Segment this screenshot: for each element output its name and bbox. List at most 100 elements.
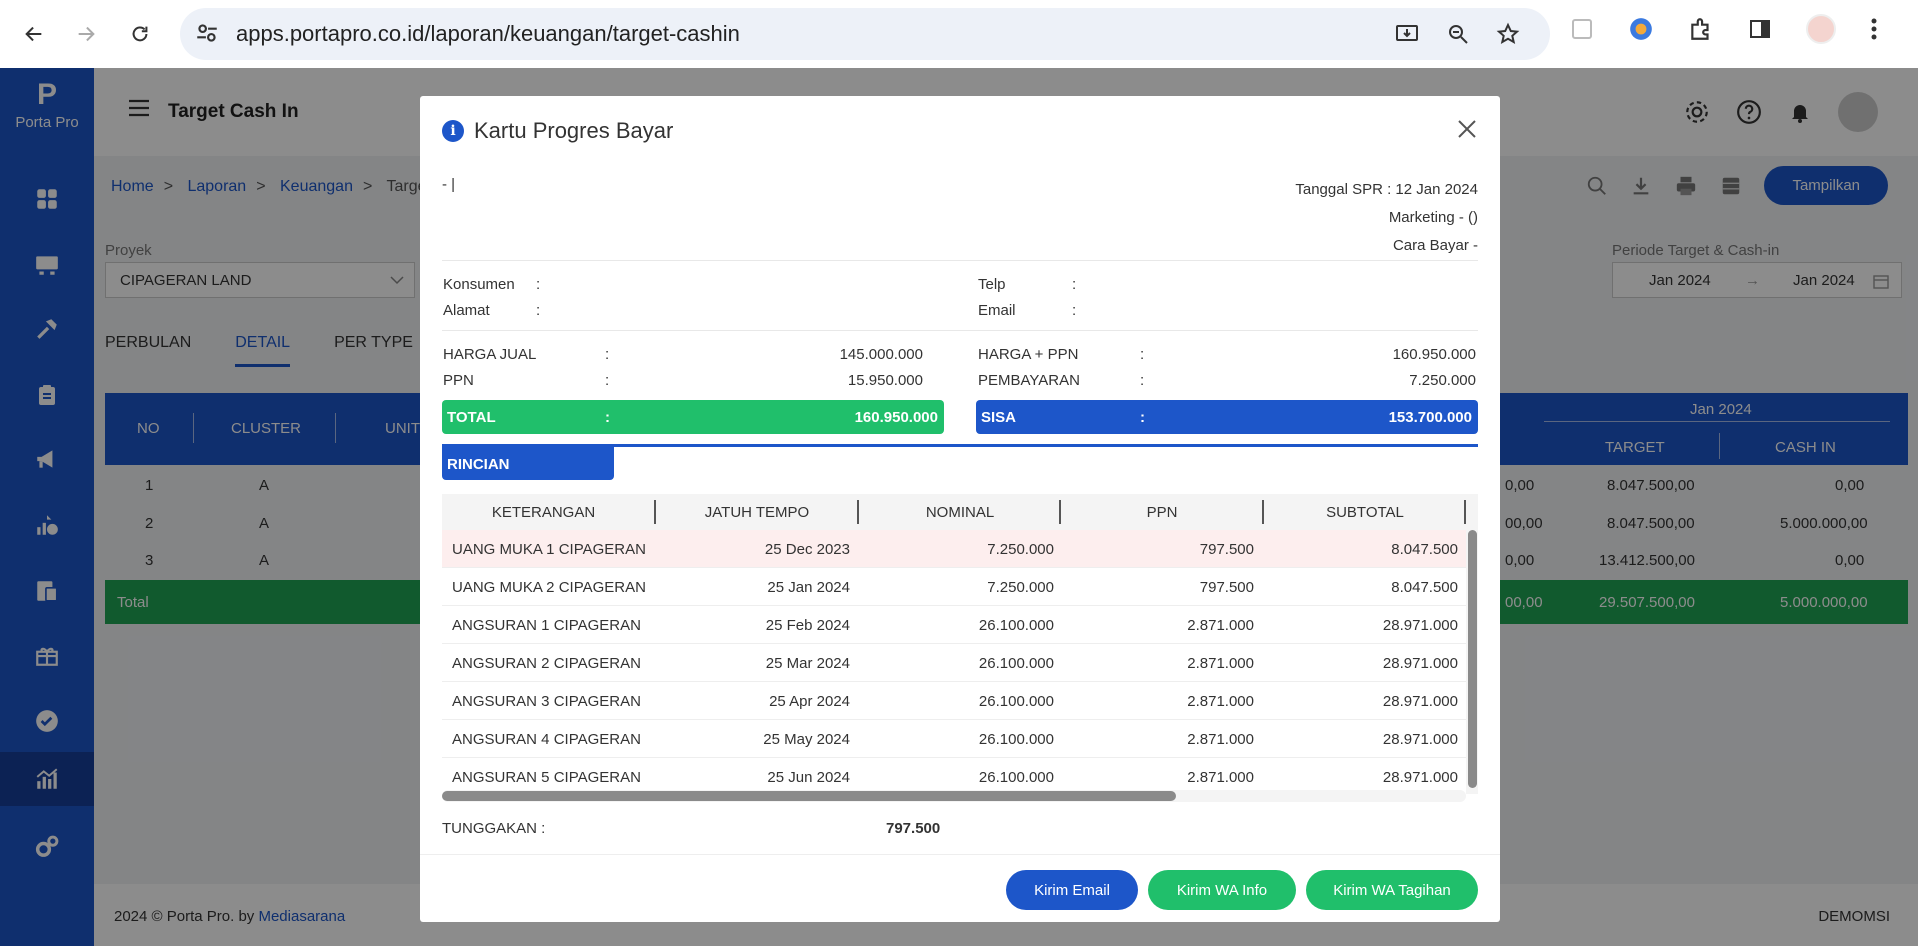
bookmark-star-icon[interactable] bbox=[1496, 22, 1520, 46]
harga-ppn-label: HARGA + PPN bbox=[978, 346, 1079, 363]
zoom-icon[interactable] bbox=[1446, 22, 1470, 46]
reload-icon bbox=[132, 26, 148, 42]
konsumen-label: Konsumen bbox=[443, 276, 515, 293]
grid-row[interactable]: UANG MUKA 2 CIPAGERAN 25 Jan 2024 7.250.… bbox=[442, 568, 1466, 606]
cell-keterangan: UANG MUKA 1 CIPAGERAN bbox=[452, 541, 646, 558]
tab-rincian[interactable]: RINCIAN bbox=[442, 446, 614, 480]
back-arrow-icon bbox=[25, 26, 42, 42]
divider bbox=[420, 854, 1500, 855]
menu-dots-icon[interactable] bbox=[1870, 17, 1878, 41]
grid-row[interactable]: ANGSURAN 3 CIPAGERAN 25 Apr 2024 26.100.… bbox=[442, 682, 1466, 720]
cell-jatuh-tempo: 25 May 2024 bbox=[763, 731, 850, 748]
extension-square-icon[interactable] bbox=[1570, 17, 1594, 41]
harga-jual-label: HARGA JUAL bbox=[443, 346, 537, 363]
cell-ppn: 797.500 bbox=[1199, 541, 1254, 558]
cell-ppn: 2.871.000 bbox=[1187, 617, 1254, 634]
email-label: Email bbox=[978, 302, 1016, 319]
grid-col-keterangan[interactable]: KETERANGAN bbox=[442, 504, 645, 521]
info-icon: i bbox=[442, 120, 464, 142]
profile-avatar[interactable] bbox=[1806, 14, 1836, 44]
cell-subtotal: 28.971.000 bbox=[1382, 617, 1458, 634]
cell-jatuh-tempo: 25 Mar 2024 bbox=[765, 655, 850, 672]
cell-ppn: 2.871.000 bbox=[1187, 693, 1254, 710]
cell-subtotal: 28.971.000 bbox=[1382, 731, 1458, 748]
total-label: TOTAL bbox=[447, 409, 496, 426]
rincian-grid: KETERANGAN JATUH TEMPO NOMINAL PPN SUBTO… bbox=[442, 494, 1478, 804]
grid-row[interactable]: UANG MUKA 1 CIPAGERAN 25 Dec 2023 7.250.… bbox=[442, 530, 1466, 568]
kirim-wa-info-button[interactable]: Kirim WA Info bbox=[1148, 870, 1296, 910]
kirim-email-button[interactable]: Kirim Email bbox=[1006, 870, 1138, 910]
grid-row[interactable]: ANGSURAN 1 CIPAGERAN 25 Feb 2024 26.100.… bbox=[442, 606, 1466, 644]
cell-nominal: 26.100.000 bbox=[978, 617, 1054, 634]
cell-ppn: 2.871.000 bbox=[1187, 731, 1254, 748]
browser-chrome: apps.portapro.co.id/laporan/keuangan/tar… bbox=[0, 0, 1918, 68]
cell-nominal: 26.100.000 bbox=[978, 731, 1054, 748]
cell-nominal: 26.100.000 bbox=[978, 769, 1054, 786]
cell-nominal: 26.100.000 bbox=[978, 693, 1054, 710]
cell-jatuh-tempo: 25 Apr 2024 bbox=[769, 693, 850, 710]
total-value: 160.950.000 bbox=[854, 409, 938, 426]
cell-jatuh-tempo: 25 Feb 2024 bbox=[765, 617, 850, 634]
grid-row[interactable]: ANGSURAN 4 CIPAGERAN 25 May 2024 26.100.… bbox=[442, 720, 1466, 758]
forward-button[interactable] bbox=[64, 12, 108, 56]
modal-title-text: Kartu Progres Bayar bbox=[474, 118, 674, 143]
reload-button[interactable] bbox=[118, 12, 162, 56]
cell-ppn: 2.871.000 bbox=[1187, 655, 1254, 672]
grid-horizontal-scrollbar[interactable] bbox=[442, 790, 1466, 802]
tunggakan-label: TUNGGAKAN : bbox=[442, 820, 546, 837]
pembayaran-row: PEMBAYARAN : 7.250.000 bbox=[978, 372, 1476, 392]
forward-arrow-icon bbox=[78, 26, 95, 42]
side-panel-icon[interactable] bbox=[1748, 17, 1772, 41]
colon: : bbox=[1140, 409, 1145, 426]
cell-subtotal: 8.047.500 bbox=[1391, 579, 1458, 596]
extension-circle-icon[interactable] bbox=[1628, 16, 1654, 42]
colon: : bbox=[605, 409, 610, 426]
address-bar[interactable]: apps.portapro.co.id/laporan/keuangan/tar… bbox=[180, 8, 1550, 60]
cell-nominal: 7.250.000 bbox=[987, 541, 1054, 558]
sisa-bar: SISA : 153.700.000 bbox=[976, 400, 1478, 434]
colon: : bbox=[536, 302, 541, 319]
ppn-label: PPN bbox=[443, 372, 474, 389]
colon: : bbox=[1140, 346, 1145, 363]
colon: : bbox=[1140, 372, 1145, 389]
scrollbar-thumb[interactable] bbox=[1468, 530, 1477, 788]
grid-col-nominal[interactable]: NOMINAL bbox=[859, 504, 1061, 521]
cell-keterangan: ANGSURAN 3 CIPAGERAN bbox=[452, 693, 641, 710]
colon: : bbox=[1072, 276, 1077, 293]
alamat-label: Alamat bbox=[443, 302, 490, 319]
scrollbar-thumb[interactable] bbox=[442, 791, 1176, 801]
grid-col-subtotal[interactable]: SUBTOTAL bbox=[1264, 504, 1466, 521]
total-bar: TOTAL : 160.950.000 bbox=[442, 400, 944, 434]
cell-subtotal: 28.971.000 bbox=[1382, 655, 1458, 672]
marketing-info: Marketing - () bbox=[1388, 209, 1478, 226]
grid-vertical-scrollbar[interactable] bbox=[1466, 494, 1478, 794]
tunggakan-value: 797.500 bbox=[886, 820, 941, 837]
cell-jatuh-tempo: 25 Dec 2023 bbox=[764, 541, 850, 558]
sisa-value: 153.700.000 bbox=[1388, 409, 1472, 426]
cell-keterangan: ANGSURAN 5 CIPAGERAN bbox=[452, 769, 641, 786]
extensions-puzzle-icon[interactable] bbox=[1688, 16, 1714, 42]
divider bbox=[442, 260, 1478, 261]
cell-keterangan: ANGSURAN 1 CIPAGERAN bbox=[452, 617, 641, 634]
colon: : bbox=[605, 346, 610, 363]
cell-jatuh-tempo: 25 Jun 2024 bbox=[767, 769, 850, 786]
grid-col-jatuh-tempo[interactable]: JATUH TEMPO bbox=[656, 504, 858, 521]
harga-ppn-value: 160.950.000 bbox=[1392, 346, 1476, 363]
grid-row[interactable]: ANGSURAN 2 CIPAGERAN 25 Mar 2024 26.100.… bbox=[442, 644, 1466, 682]
close-icon[interactable] bbox=[1456, 118, 1478, 144]
grid-col-ppn[interactable]: PPN bbox=[1061, 504, 1263, 521]
colon: : bbox=[605, 372, 610, 389]
tanggal-spr: Tanggal SPR : 12 Jan 2024 bbox=[1295, 181, 1478, 198]
cell-keterangan: UANG MUKA 2 CIPAGERAN bbox=[452, 579, 646, 596]
cell-keterangan: ANGSURAN 4 CIPAGERAN bbox=[452, 731, 641, 748]
site-settings-icon[interactable] bbox=[194, 20, 220, 52]
install-app-icon[interactable] bbox=[1394, 22, 1420, 46]
back-button[interactable] bbox=[12, 12, 56, 56]
telp-label: Telp bbox=[978, 276, 1006, 293]
kirim-wa-tagihan-button[interactable]: Kirim WA Tagihan bbox=[1306, 870, 1478, 910]
divider bbox=[442, 330, 1478, 331]
cell-keterangan: ANGSURAN 2 CIPAGERAN bbox=[452, 655, 641, 672]
kartu-progres-bayar-modal: i Kartu Progres Bayar - | Tanggal SPR : … bbox=[420, 96, 1500, 922]
ppn-row: PPN : 15.950.000 bbox=[443, 372, 923, 392]
colon: : bbox=[1072, 302, 1077, 319]
